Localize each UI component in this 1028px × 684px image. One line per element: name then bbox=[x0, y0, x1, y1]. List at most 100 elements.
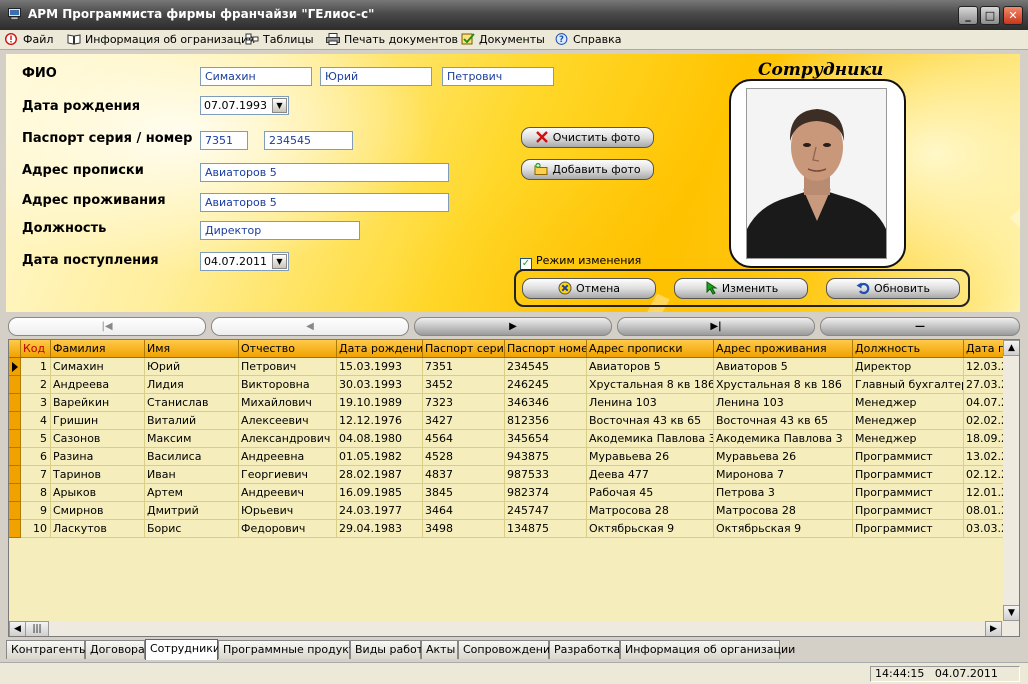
table-row[interactable]: 5 Сазонов Максим Александрович 04.08.1980 456… bbox=[9, 430, 1008, 448]
table-cell[interactable]: Арыков bbox=[51, 484, 145, 502]
column-header[interactable]: Паспорт номер bbox=[505, 340, 587, 357]
cancel-button[interactable]: Отмена bbox=[522, 278, 656, 299]
horizontal-scrollbar[interactable]: ◀ ||| ▶ bbox=[9, 621, 1019, 636]
table-cell[interactable]: Алексеевич bbox=[239, 412, 337, 430]
table-cell[interactable]: Авиаторов 5 bbox=[587, 358, 714, 376]
table-cell[interactable]: Андреевич bbox=[239, 484, 337, 502]
table-cell[interactable]: Артем bbox=[145, 484, 239, 502]
table-cell[interactable]: Иван bbox=[145, 466, 239, 484]
table-cell[interactable]: Федорович bbox=[239, 520, 337, 538]
table-cell[interactable]: Андреева bbox=[51, 376, 145, 394]
table-cell[interactable]: Программист bbox=[853, 448, 964, 466]
table-cell[interactable]: 15.03.1993 bbox=[337, 358, 423, 376]
table-cell[interactable]: 246245 bbox=[505, 376, 587, 394]
table-row[interactable]: 2 Андреева Лидия Викторовна 30.03.1993 3452 24… bbox=[9, 376, 1008, 394]
table-cell[interactable]: Ласкутов bbox=[51, 520, 145, 538]
column-header[interactable]: Паспорт серия bbox=[423, 340, 505, 357]
column-header[interactable]: Адрес проживания bbox=[714, 340, 853, 357]
table-cell[interactable]: Андреевна bbox=[239, 448, 337, 466]
table-cell[interactable]: 04.08.1980 bbox=[337, 430, 423, 448]
table-cell[interactable]: 3452 bbox=[423, 376, 505, 394]
table-cell[interactable]: 13.02.2 bbox=[964, 448, 1008, 466]
scroll-left-icon[interactable]: ◀ bbox=[9, 621, 26, 636]
current-row-indicator-icon[interactable] bbox=[9, 358, 21, 376]
table-row[interactable]: 7 Таринов Иван Георгиевич 28.02.1987 4837 9875… bbox=[9, 466, 1008, 484]
table-cell[interactable]: Матросова 28 bbox=[714, 502, 853, 520]
table-cell[interactable]: Акодемика Павлова 3 bbox=[714, 430, 853, 448]
first-record-button[interactable]: |◀ bbox=[8, 317, 206, 336]
table-cell[interactable]: 7323 bbox=[423, 394, 505, 412]
minimize-button[interactable]: _ bbox=[958, 6, 978, 25]
position-field[interactable]: Директор bbox=[200, 221, 360, 240]
table-cell[interactable]: Восточная 43 кв 65 bbox=[587, 412, 714, 430]
table-cell[interactable]: 29.04.1983 bbox=[337, 520, 423, 538]
last-name-field[interactable]: Симахин bbox=[200, 67, 312, 86]
table-cell[interactable]: 4 bbox=[21, 412, 51, 430]
table-cell[interactable]: 03.03.2 bbox=[964, 520, 1008, 538]
table-cell[interactable]: 345654 bbox=[505, 430, 587, 448]
table-cell[interactable]: Октябрьская 9 bbox=[714, 520, 853, 538]
passport-number-field[interactable]: 234545 bbox=[264, 131, 353, 150]
table-cell[interactable]: Директор bbox=[853, 358, 964, 376]
table-cell[interactable]: Александрович bbox=[239, 430, 337, 448]
table-cell[interactable]: 10 bbox=[21, 520, 51, 538]
table-cell[interactable]: Петрова 3 bbox=[714, 484, 853, 502]
table-row[interactable]: 4 Гришин Виталий Алексеевич 12.12.1976 3427 81… bbox=[9, 412, 1008, 430]
chevron-down-icon[interactable]: ▼ bbox=[272, 98, 287, 113]
reg-address-field[interactable]: Авиаторов 5 bbox=[200, 163, 449, 182]
table-cell[interactable]: Георгиевич bbox=[239, 466, 337, 484]
table-cell[interactable]: 812356 bbox=[505, 412, 587, 430]
table-cell[interactable]: Менеджер bbox=[853, 394, 964, 412]
table-cell[interactable]: Деева 477 bbox=[587, 466, 714, 484]
last-record-button[interactable]: ▶| bbox=[617, 317, 815, 336]
table-cell[interactable]: 27.03.2 bbox=[964, 376, 1008, 394]
prior-record-button[interactable]: ◀ bbox=[211, 317, 409, 336]
delete-record-button[interactable]: — bbox=[820, 317, 1020, 336]
table-cell[interactable]: Авиаторов 5 bbox=[714, 358, 853, 376]
table-row[interactable]: 10 Ласкутов Борис Федорович 29.04.1983 3498 13… bbox=[9, 520, 1008, 538]
table-row[interactable]: 8 Арыков Артем Андреевич 16.09.1985 3845 98237… bbox=[9, 484, 1008, 502]
row-indicator[interactable] bbox=[9, 412, 21, 430]
employees-table[interactable]: Код Фамилия Имя Отчество Дата рождения Паспор… bbox=[8, 339, 1020, 637]
table-row[interactable]: 1 Симахин Юрий Петрович 15.03.1993 7351 234545… bbox=[9, 358, 1008, 376]
table-cell[interactable]: 1 bbox=[21, 358, 51, 376]
tab-0[interactable]: Контрагенты bbox=[6, 640, 88, 659]
column-header[interactable]: Отчество bbox=[239, 340, 337, 357]
table-cell[interactable]: 2 bbox=[21, 376, 51, 394]
table-cell[interactable]: Ленина 103 bbox=[587, 394, 714, 412]
tab-6[interactable]: Сопровождение bbox=[458, 640, 557, 659]
column-header[interactable]: Код bbox=[21, 340, 51, 357]
table-cell[interactable]: 08.01.2 bbox=[964, 502, 1008, 520]
table-cell[interactable]: 01.05.1982 bbox=[337, 448, 423, 466]
live-address-field[interactable]: Авиаторов 5 bbox=[200, 193, 449, 212]
tab-8[interactable]: Информация об организации bbox=[620, 640, 795, 659]
row-indicator[interactable] bbox=[9, 466, 21, 484]
table-cell[interactable]: Разина bbox=[51, 448, 145, 466]
table-cell[interactable]: 04.07.2 bbox=[964, 394, 1008, 412]
close-button[interactable]: ✕ bbox=[1003, 6, 1023, 25]
table-cell[interactable]: 943875 bbox=[505, 448, 587, 466]
birth-date-picker[interactable]: 07.07.1993 ▼ bbox=[200, 96, 289, 115]
table-cell[interactable]: Василиса bbox=[145, 448, 239, 466]
table-cell[interactable]: 3464 bbox=[423, 502, 505, 520]
table-cell[interactable]: 7 bbox=[21, 466, 51, 484]
table-cell[interactable]: Борис bbox=[145, 520, 239, 538]
table-cell[interactable]: Программист bbox=[853, 484, 964, 502]
table-cell[interactable]: Хрустальная 8 кв 186 bbox=[714, 376, 853, 394]
table-cell[interactable]: Программист bbox=[853, 520, 964, 538]
row-indicator[interactable] bbox=[9, 502, 21, 520]
table-cell[interactable]: 19.10.1989 bbox=[337, 394, 423, 412]
table-cell[interactable]: Таринов bbox=[51, 466, 145, 484]
table-cell[interactable]: 16.09.1985 bbox=[337, 484, 423, 502]
table-cell[interactable]: 6 bbox=[21, 448, 51, 466]
tab-4[interactable]: Виды работ bbox=[350, 640, 423, 659]
table-cell[interactable]: 28.02.1987 bbox=[337, 466, 423, 484]
table-cell[interactable]: Юрий bbox=[145, 358, 239, 376]
table-cell[interactable]: 18.09.2 bbox=[964, 430, 1008, 448]
table-cell[interactable]: Ленина 103 bbox=[714, 394, 853, 412]
table-cell[interactable]: Восточная 43 кв 65 bbox=[714, 412, 853, 430]
clear-photo-button[interactable]: Очистить фото bbox=[521, 127, 654, 148]
menu-tables[interactable]: Таблицы bbox=[245, 33, 314, 46]
scroll-thumb[interactable]: ||| bbox=[25, 621, 49, 636]
table-cell[interactable]: Матросова 28 bbox=[587, 502, 714, 520]
